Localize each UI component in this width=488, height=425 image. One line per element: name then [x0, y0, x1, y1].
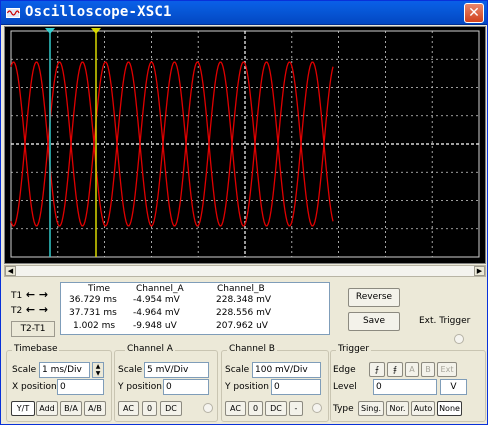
timebase-scale-stepper[interactable]: ▲ ▼ [92, 362, 104, 378]
trigger-auto-button[interactable]: Auto [411, 401, 435, 416]
timebase-scale-field[interactable]: 1 ms/Div [39, 362, 90, 378]
channel-b-title: Channel B [227, 344, 277, 354]
channel-a-ac-button[interactable]: AC [118, 401, 139, 416]
channel-b-y-position-field[interactable]: 0 [271, 379, 321, 395]
title-bar[interactable]: Oscilloscope-XSC1 ✕ [1, 1, 487, 25]
trigger-edge-label: Edge [333, 365, 356, 375]
spin-up-icon[interactable]: ▲ [93, 363, 103, 370]
header-time: Time [88, 284, 111, 294]
delta-channel-b-value: 207.962 uV [216, 321, 268, 331]
mode-a-over-b-button[interactable]: A/B [84, 401, 106, 416]
close-icon: ✕ [468, 5, 480, 21]
trigger-level-unit-field[interactable]: V [440, 379, 467, 395]
cursor-controls: T1 ← → T2 ← → T2-T1 [11, 285, 61, 345]
cursor-lines [45, 28, 101, 257]
channel-b-y-position-label: Y position [225, 382, 270, 392]
channel-a-scale-field[interactable]: 5 mV/Div [144, 362, 209, 378]
channel-b-dc-button[interactable]: DC [265, 401, 287, 416]
trigger-normal-button[interactable]: Nor. [386, 401, 409, 416]
trigger-source-ext-button[interactable]: Ext [437, 362, 457, 377]
channel-a-zero-button[interactable]: 0 [142, 401, 157, 416]
cursor-t1-row: T1 ← → [11, 289, 61, 303]
ext-trigger-terminal[interactable] [454, 334, 464, 344]
mode-add-button[interactable]: Add [36, 401, 58, 416]
ext-trigger-label: Ext. Trigger [419, 316, 471, 326]
oscilloscope-window: Oscilloscope-XSC1 ✕ ◀ ▶ T1 ← → T2 ← → T2… [0, 0, 488, 425]
channel-b-terminal[interactable] [312, 403, 322, 413]
t1-time-value: 36.729 ms [69, 295, 117, 305]
mode-b-over-a-button[interactable]: B/A [60, 401, 82, 416]
cursor-t1-label: T1 [11, 291, 23, 301]
timebase-title: Timebase [12, 344, 60, 354]
channel-b-invert-button[interactable]: - [289, 401, 303, 416]
reverse-button[interactable]: Reverse [348, 288, 400, 307]
horizontal-scrollbar[interactable]: ◀ ▶ [4, 265, 486, 277]
x-position-field[interactable]: 0 [57, 379, 104, 395]
waveform-display [10, 28, 480, 258]
trigger-source-a-button[interactable]: A [405, 362, 419, 377]
delta-time-value: 1.002 ms [73, 321, 116, 331]
t2-left-arrow-icon[interactable]: ← [25, 304, 36, 316]
channel-a-title: Channel A [125, 344, 175, 354]
trigger-title: Trigger [336, 344, 372, 354]
t1-channel-b-value: 228.348 mV [216, 295, 272, 305]
trigger-single-button[interactable]: Sing. [358, 401, 384, 416]
cursor-readout-table: Time Channel_A Channel_B 36.729 ms -4.95… [60, 282, 330, 335]
trigger-none-button[interactable]: None [437, 401, 462, 416]
timebase-scale-label: Scale [12, 365, 37, 375]
save-button[interactable]: Save [348, 312, 400, 331]
mode-yt-button[interactable]: Y/T [11, 401, 35, 416]
cursor-t2-row: T2 ← → [11, 304, 61, 318]
t2-t1-label: T2-T1 [11, 321, 55, 337]
t1-right-arrow-icon[interactable]: → [38, 289, 49, 301]
channel-b-zero-button[interactable]: 0 [248, 401, 263, 416]
t2-channel-a-value: -4.964 mV [133, 308, 180, 318]
channel-b-ac-button[interactable]: AC [225, 401, 246, 416]
x-position-label: X position [12, 382, 57, 392]
trigger-type-label: Type [333, 404, 354, 414]
close-button[interactable]: ✕ [464, 3, 484, 23]
window-title: Oscilloscope-XSC1 [25, 4, 172, 20]
trigger-level-field[interactable]: 0 [373, 379, 437, 395]
t2-channel-b-value: 228.556 mV [216, 308, 272, 318]
scroll-right-arrow-icon[interactable]: ▶ [474, 266, 485, 276]
header-channel-b: Channel_B [217, 284, 265, 294]
t2-time-value: 37.731 ms [69, 308, 117, 318]
channel-a-y-position-label: Y position [118, 382, 163, 392]
channel-a-dc-button[interactable]: DC [160, 401, 182, 416]
trigger-source-b-button[interactable]: B [421, 362, 435, 377]
t2-right-arrow-icon[interactable]: → [38, 304, 49, 316]
cursor-t2-label: T2 [11, 306, 23, 316]
channel-b-scale-label: Scale [225, 365, 250, 375]
rising-edge-icon[interactable]: ⨍ [369, 362, 385, 377]
spin-down-icon[interactable]: ▼ [93, 370, 103, 377]
trigger-level-label: Level [333, 382, 357, 392]
channel-a-terminal[interactable] [203, 403, 213, 413]
falling-edge-icon[interactable]: ⨎ [387, 362, 403, 377]
t1-channel-a-value: -4.954 mV [133, 295, 180, 305]
channel-b-scale-field[interactable]: 100 mV/Div [252, 362, 321, 378]
delta-channel-a-value: -9.948 uV [133, 321, 177, 331]
header-channel-a: Channel_A [136, 284, 184, 294]
channel-a-y-position-field[interactable]: 0 [163, 379, 209, 395]
t1-left-arrow-icon[interactable]: ← [25, 289, 36, 301]
oscilloscope-icon [6, 8, 20, 18]
channel-a-scale-label: Scale [118, 365, 143, 375]
oscilloscope-screen[interactable] [4, 26, 486, 264]
scroll-left-arrow-icon[interactable]: ◀ [5, 266, 16, 276]
